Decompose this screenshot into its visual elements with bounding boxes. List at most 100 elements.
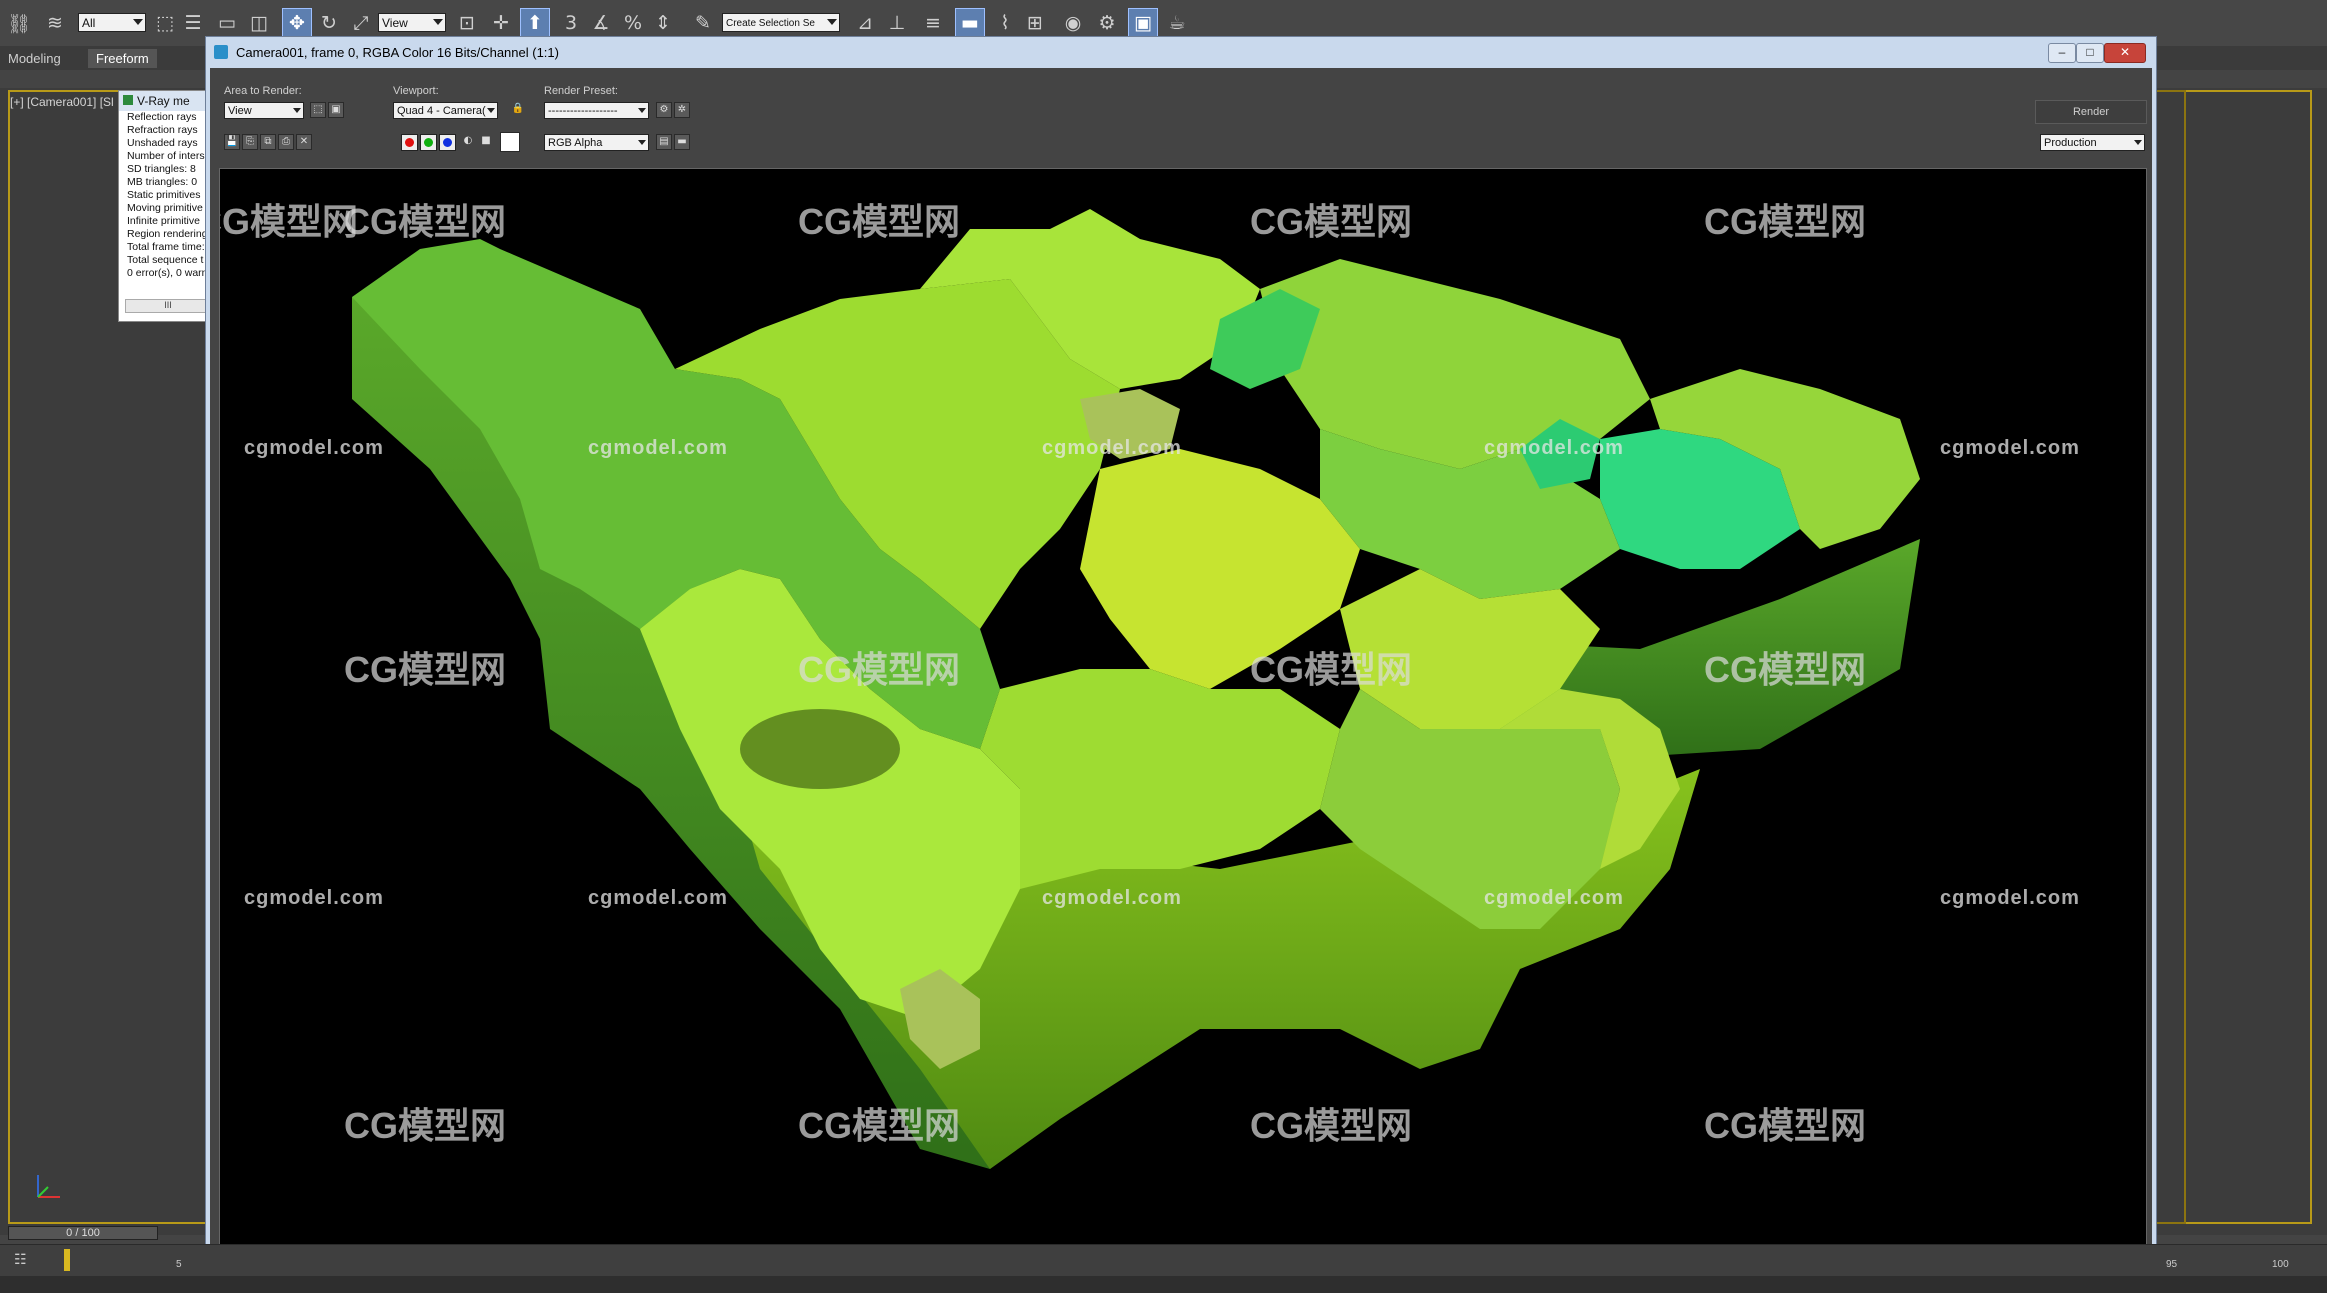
ribbon-toggle-icon[interactable]: ▬	[955, 8, 985, 38]
bind-spacewarp-icon[interactable]: ≋	[40, 8, 70, 38]
watermark-brand-prefix: CG	[1704, 649, 1758, 690]
watermark-brand-text: 模型网	[852, 649, 961, 690]
angle-snap-icon[interactable]: ∡	[586, 8, 616, 38]
pivot-point-icon[interactable]: ⊡	[452, 8, 482, 38]
green-channel-toggle[interactable]	[420, 134, 437, 151]
watermark-brand-text: 模型网	[1304, 649, 1413, 690]
watermark-brand-logo: CG模型网	[798, 641, 960, 693]
render-setup-icon[interactable]: ⚙	[1092, 8, 1122, 38]
layer-manager-icon[interactable]: ≡	[918, 8, 948, 38]
vray-message-line: Number of inters	[127, 150, 205, 162]
vray-message-line: Moving primitive	[127, 202, 203, 214]
selection-filter-value: All	[82, 16, 96, 30]
vray-message-line: Unshaded rays	[127, 137, 198, 149]
watermark-brand-prefix: CG	[1250, 201, 1304, 242]
watermark-brand-prefix: CG	[220, 201, 250, 242]
close-button[interactable]: ✕	[2104, 43, 2146, 63]
render-window-titlebar[interactable]: Camera001, frame 0, RGBA Color 16 Bits/C…	[206, 37, 2156, 68]
select-and-rotate-icon[interactable]: ↻	[314, 8, 344, 38]
align-icon[interactable]: ⊥	[882, 8, 912, 38]
time-slider[interactable]: 0 / 100	[8, 1226, 158, 1240]
watermark-brand-prefix: CG	[344, 649, 398, 690]
vray-message-line: Total frame time:	[127, 241, 205, 253]
curve-editor-icon[interactable]: ⌇	[990, 8, 1020, 38]
watermark-brand-prefix: CG	[798, 201, 852, 242]
vray-message-line: 0 error(s), 0 warn	[127, 267, 208, 279]
environment-effects-icon[interactable]: ✲	[674, 102, 690, 118]
rectangular-selection-icon[interactable]: ▭	[212, 8, 242, 38]
watermark-brand-prefix: CG	[1704, 201, 1758, 242]
current-frame-marker[interactable]	[64, 1249, 70, 1271]
selection-filter-dropdown[interactable]: All	[78, 13, 146, 32]
copy-image-icon[interactable]: ⎘	[242, 134, 258, 150]
timeline-track[interactable]: ☷ 5 95 100	[0, 1244, 2327, 1277]
select-manipulate-icon[interactable]: ✛	[486, 8, 516, 38]
monochrome-icon[interactable]: ■	[478, 134, 494, 150]
area-to-render-dropdown[interactable]: View	[224, 102, 304, 119]
status-bar	[0, 1276, 2327, 1293]
channel-display-dropdown[interactable]: RGB Alpha	[544, 134, 649, 151]
maximize-button[interactable]: □	[2076, 43, 2104, 63]
render-production-icon[interactable]: ☕	[1162, 8, 1192, 38]
clone-window-icon[interactable]: ⧉	[260, 134, 276, 150]
rendered-frame-window-icon[interactable]: ▣	[1128, 8, 1158, 38]
tab-freeform[interactable]: Freeform	[88, 49, 157, 68]
swatch-color-box[interactable]	[500, 132, 520, 152]
vray-horizontal-scrollbar[interactable]: III	[125, 299, 211, 313]
auto-region-icon[interactable]: ▣	[328, 102, 344, 118]
watermark-brand-logo: CG模型网	[344, 641, 506, 693]
keyboard-shortcut-override-icon[interactable]: ⬆	[520, 8, 550, 38]
render-preset-dropdown[interactable]: -------------------	[544, 102, 649, 119]
save-image-icon[interactable]: 💾	[224, 134, 240, 150]
green-channel-icon	[424, 138, 433, 147]
reference-coordinate-dropdown[interactable]: View	[378, 13, 446, 32]
render-setup-small-icon[interactable]: ⚙	[656, 102, 672, 118]
select-by-name-icon[interactable]: ☰	[178, 8, 208, 38]
reference-coordinate-value: View	[382, 16, 408, 30]
time-slider-text: 0 / 100	[66, 1227, 100, 1239]
vray-icon	[123, 95, 133, 105]
select-and-scale-icon[interactable]: ⤢	[346, 8, 376, 38]
clear-image-icon[interactable]: ✕	[296, 134, 312, 150]
watermark-site: cgmodel.com	[1484, 887, 1624, 909]
toggle-ui-overlay-icon[interactable]: ▤	[656, 134, 672, 150]
named-selection-set-value: Create Selection Se	[726, 18, 815, 29]
red-channel-toggle[interactable]	[401, 134, 418, 151]
render-button[interactable]: Render	[2035, 100, 2147, 124]
lock-icon[interactable]: 🔒	[510, 102, 526, 118]
window-crossing-icon[interactable]: ◫	[244, 8, 274, 38]
watermark-brand-logo: CG模型网	[344, 1097, 506, 1149]
vray-message-list: Reflection rays Refraction rays Unshaded r…	[119, 111, 213, 280]
blue-channel-toggle[interactable]	[439, 134, 456, 151]
alpha-channel-icon[interactable]: ◐	[460, 134, 476, 150]
link-icon[interactable]: ⛓	[4, 8, 34, 38]
timeline-config-icon[interactable]: ☷	[14, 1251, 34, 1269]
named-selection-set-dropdown[interactable]: Create Selection Se	[722, 13, 840, 32]
mirror-icon[interactable]: ⊿	[850, 8, 880, 38]
vray-messages-title[interactable]: V-Ray me	[119, 91, 213, 111]
percent-snap-icon[interactable]: %	[618, 8, 648, 38]
print-image-icon[interactable]: ⎙	[278, 134, 294, 150]
schematic-view-icon[interactable]: ⊞	[1020, 8, 1050, 38]
edit-named-selection-icon[interactable]: ✎	[688, 8, 718, 38]
watermark-brand-logo: CG模型网	[1704, 641, 1866, 693]
select-and-move-icon[interactable]: ✥	[282, 8, 312, 38]
vray-message-line: Static primitives	[127, 189, 201, 201]
watermark-brand-text: 模型网	[1758, 201, 1867, 242]
snaps-toggle-icon[interactable]: 3	[556, 8, 586, 38]
watermark-brand-text: 模型网	[1304, 201, 1413, 242]
select-object-icon[interactable]: ⬚	[150, 8, 180, 38]
material-editor-icon[interactable]: ◉	[1058, 8, 1088, 38]
watermark-brand-logo: CG模型网	[798, 1097, 960, 1149]
spinner-snap-icon[interactable]: ⇕	[648, 8, 678, 38]
viewport-dropdown[interactable]: Quad 4 - Camera(	[393, 102, 498, 119]
render-mode-dropdown[interactable]: Production	[2040, 134, 2145, 151]
tab-modeling[interactable]: Modeling	[0, 49, 69, 68]
vray-scroll-thumb[interactable]: III	[164, 300, 172, 310]
watermark-brand-logo: CG模型网	[798, 193, 960, 245]
render-mode-value: Production	[2044, 137, 2097, 149]
toggle-ui-icon[interactable]: ▬	[674, 134, 690, 150]
minimize-button[interactable]: –	[2048, 43, 2076, 63]
edit-region-icon[interactable]: ⬚	[310, 102, 326, 118]
vray-messages-panel: V-Ray me Reflection rays Refraction rays U…	[118, 90, 214, 322]
